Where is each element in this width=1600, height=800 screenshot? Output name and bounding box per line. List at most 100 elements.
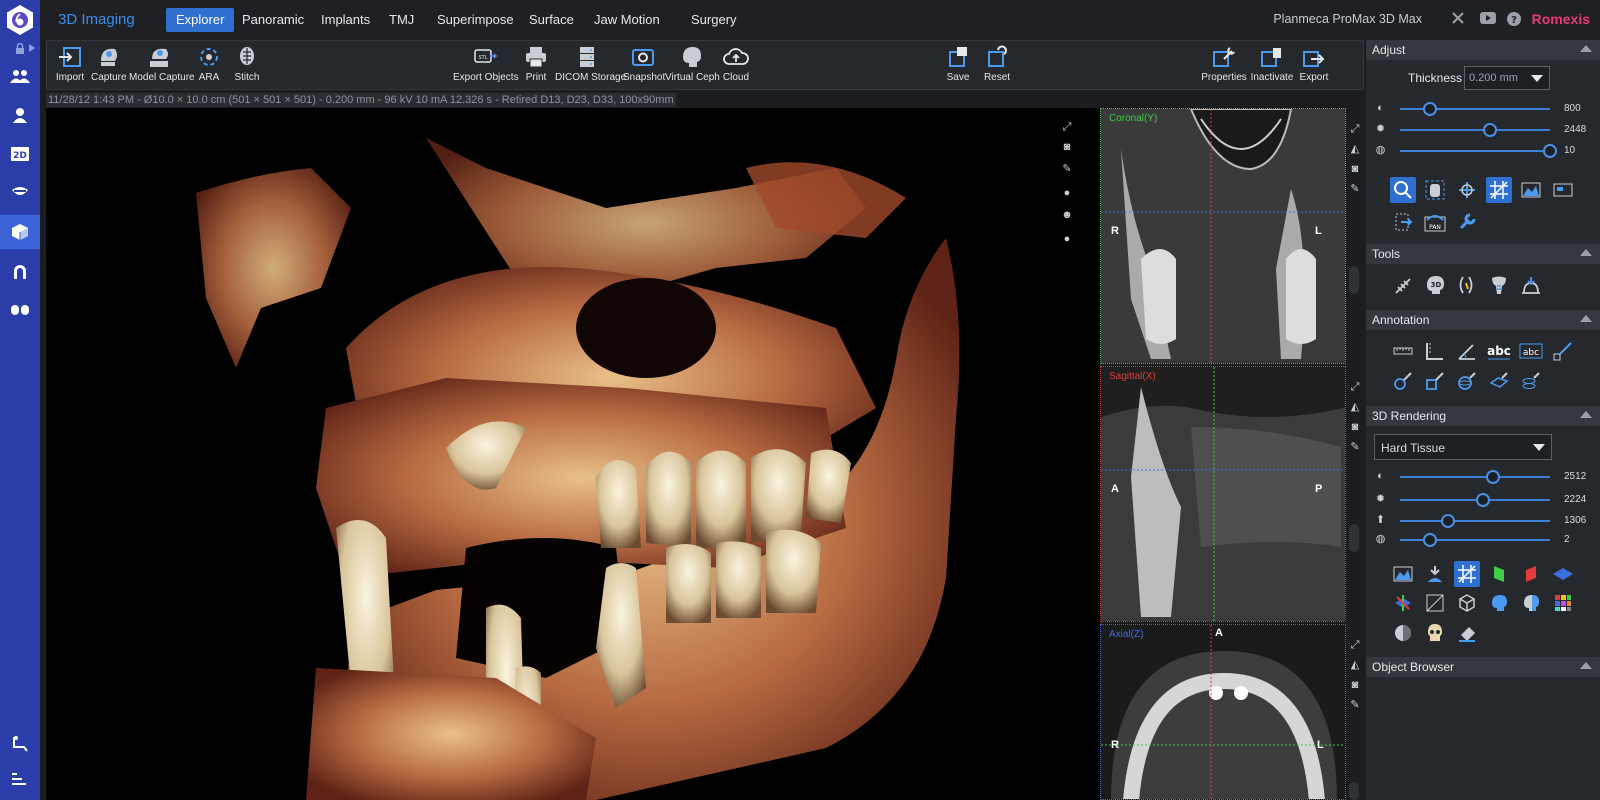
save-button[interactable]: Save bbox=[943, 45, 973, 83]
snapshot-button[interactable]: Snapshot bbox=[623, 45, 665, 83]
flip-icon[interactable]: ◭ bbox=[1348, 658, 1362, 672]
flip-icon[interactable]: ◭ bbox=[1348, 142, 1362, 156]
nerve-tool-icon[interactable] bbox=[1390, 272, 1416, 298]
maximize-icon[interactable]: ⤢ bbox=[1348, 638, 1362, 652]
model-icon[interactable] bbox=[8, 299, 32, 321]
wrench-icon[interactable]: ✎ bbox=[1348, 440, 1362, 454]
axial-scrollbar[interactable] bbox=[1349, 782, 1359, 800]
skull-side-icon[interactable]: ● bbox=[1060, 232, 1074, 246]
dental-unit-icon[interactable] bbox=[8, 733, 32, 755]
adjust-contrast-slider[interactable]: ◐ 800 bbox=[1374, 101, 1594, 117]
skull-view-icon[interactable]: ● bbox=[1060, 186, 1074, 200]
help-icon[interactable]: ? bbox=[1506, 11, 1522, 27]
blue-plane-icon[interactable] bbox=[1550, 561, 1576, 587]
head-blue-icon[interactable] bbox=[1486, 590, 1512, 616]
wrench-icon[interactable]: ✎ bbox=[1348, 698, 1362, 712]
render-brightness-slider[interactable]: ✹ 2224 bbox=[1374, 492, 1594, 508]
annotation-section-header[interactable]: Annotation bbox=[1366, 310, 1600, 330]
stitch-button[interactable]: Stitch bbox=[231, 45, 263, 83]
sphere-draw-icon[interactable] bbox=[1454, 368, 1480, 394]
reset-button[interactable]: Reset bbox=[981, 45, 1013, 83]
camera-icon[interactable]: ◙ bbox=[1348, 420, 1362, 434]
rotate-axes-icon[interactable] bbox=[1454, 177, 1480, 203]
scan-tool-icon[interactable] bbox=[1518, 272, 1544, 298]
box-draw-icon[interactable] bbox=[1422, 368, 1448, 394]
inactivate-button[interactable]: Inactivate bbox=[1249, 45, 1295, 83]
axial-view[interactable]: Axial(Z) A R L bbox=[1100, 624, 1346, 800]
camera-icon[interactable]: ◙ bbox=[1060, 140, 1074, 154]
line-tool-icon[interactable] bbox=[1550, 338, 1576, 364]
collapse-icon[interactable] bbox=[1580, 45, 1592, 52]
half-sphere-icon[interactable] bbox=[1390, 620, 1416, 646]
collapse-icon[interactable] bbox=[1580, 249, 1592, 256]
tab-jaw-motion[interactable]: Jaw Motion bbox=[584, 8, 670, 32]
circle-draw-icon[interactable] bbox=[1390, 368, 1416, 394]
tab-surgery[interactable]: Surgery bbox=[681, 8, 747, 32]
tab-explorer[interactable]: Explorer bbox=[166, 8, 235, 32]
arch-icon[interactable] bbox=[8, 260, 32, 282]
3d-imaging-icon[interactable] bbox=[0, 215, 40, 249]
2d-imaging-icon[interactable]: 2D bbox=[8, 143, 32, 165]
implant-tool-icon[interactable] bbox=[1486, 272, 1512, 298]
crosshair-grid-icon[interactable] bbox=[1486, 177, 1512, 203]
pan-hand-icon[interactable] bbox=[1422, 177, 1448, 203]
patients-icon[interactable] bbox=[8, 65, 32, 87]
red-plane-icon[interactable] bbox=[1518, 561, 1544, 587]
3d-head-tool-icon[interactable]: 3D bbox=[1422, 272, 1448, 298]
cylinder-draw-icon[interactable] bbox=[1518, 368, 1544, 394]
patient-icon[interactable] bbox=[8, 104, 32, 126]
intraoral-icon[interactable] bbox=[8, 181, 32, 203]
capture-button[interactable]: Capture bbox=[91, 45, 127, 83]
ara-button[interactable]: ARA bbox=[195, 45, 223, 83]
plane-draw-icon[interactable] bbox=[1486, 368, 1512, 394]
close-icon[interactable] bbox=[1450, 11, 1466, 27]
histogram-icon[interactable] bbox=[1390, 561, 1416, 587]
histogram-icon[interactable] bbox=[1518, 177, 1544, 203]
tab-surface[interactable]: Surface bbox=[519, 8, 584, 32]
coronal-view[interactable]: Coronal(Y) R L bbox=[1100, 108, 1346, 364]
flip-icon[interactable]: ◭ bbox=[1348, 400, 1362, 414]
sagittal-view[interactable]: Sagittal(X) A P bbox=[1100, 366, 1346, 622]
ruler-icon[interactable] bbox=[1390, 338, 1416, 364]
zoom-fit-icon[interactable] bbox=[1390, 177, 1416, 203]
maximize-icon[interactable]: ⤢ bbox=[1348, 380, 1362, 394]
virtual-ceph-button[interactable]: Virtual Ceph bbox=[665, 45, 720, 83]
adjust-brightness-slider[interactable]: ✹ 2448 bbox=[1374, 122, 1594, 138]
coronal-scrollbar[interactable] bbox=[1349, 266, 1359, 294]
tab-superimpose[interactable]: Superimpose bbox=[427, 8, 524, 32]
print-button[interactable]: Print bbox=[521, 45, 551, 83]
export-slice-icon[interactable] bbox=[1390, 209, 1416, 235]
crop-box-icon[interactable] bbox=[1422, 590, 1448, 616]
object-browser-section-header[interactable]: Object Browser bbox=[1366, 657, 1600, 677]
camera-icon[interactable]: ◙ bbox=[1348, 678, 1362, 692]
properties-button[interactable]: Properties bbox=[1201, 45, 1247, 83]
import-button[interactable]: Import bbox=[55, 45, 85, 83]
tab-tmj[interactable]: TMJ bbox=[379, 8, 424, 32]
wrench-icon[interactable]: ✎ bbox=[1348, 182, 1362, 196]
pan-curve-icon[interactable]: PAN bbox=[1422, 209, 1448, 235]
adjust-gamma-slider[interactable]: ◍ 10 bbox=[1374, 143, 1594, 159]
head-section-icon[interactable] bbox=[1518, 590, 1544, 616]
tools-section-header[interactable]: Tools bbox=[1366, 244, 1600, 264]
rendering-section-header[interactable]: 3D Rendering bbox=[1366, 406, 1600, 426]
collapse-icon[interactable] bbox=[1580, 662, 1592, 669]
slider-knob[interactable] bbox=[1475, 493, 1490, 507]
light-direction-icon[interactable] bbox=[1422, 561, 1448, 587]
sagittal-scrollbar[interactable] bbox=[1349, 524, 1359, 552]
model-capture-button[interactable]: Model Capture bbox=[129, 45, 195, 83]
thickness-select[interactable]: 0.200 mm bbox=[1464, 66, 1550, 90]
collapse-icon[interactable] bbox=[1580, 411, 1592, 418]
angle-icon[interactable] bbox=[1454, 338, 1480, 364]
render-contrast-slider[interactable]: ◐ 2512 bbox=[1374, 469, 1594, 485]
text-annotation-icon[interactable]: abc bbox=[1486, 338, 1512, 364]
dicom-storage-button[interactable]: DICOM Storage bbox=[555, 45, 626, 83]
color-palette-icon[interactable] bbox=[1550, 590, 1576, 616]
maximize-icon[interactable]: ⤢ bbox=[1060, 120, 1074, 134]
rendering-preset-select[interactable]: Hard Tissue bbox=[1374, 434, 1552, 460]
tab-panoramic[interactable]: Panoramic bbox=[232, 8, 314, 32]
export-button[interactable]: Export bbox=[1297, 45, 1331, 83]
render-gamma-slider[interactable]: ◍ 2 bbox=[1374, 532, 1594, 548]
slider-knob[interactable] bbox=[1423, 533, 1437, 547]
cube-icon[interactable] bbox=[1454, 590, 1480, 616]
clip-grid-icon[interactable] bbox=[1454, 561, 1480, 587]
